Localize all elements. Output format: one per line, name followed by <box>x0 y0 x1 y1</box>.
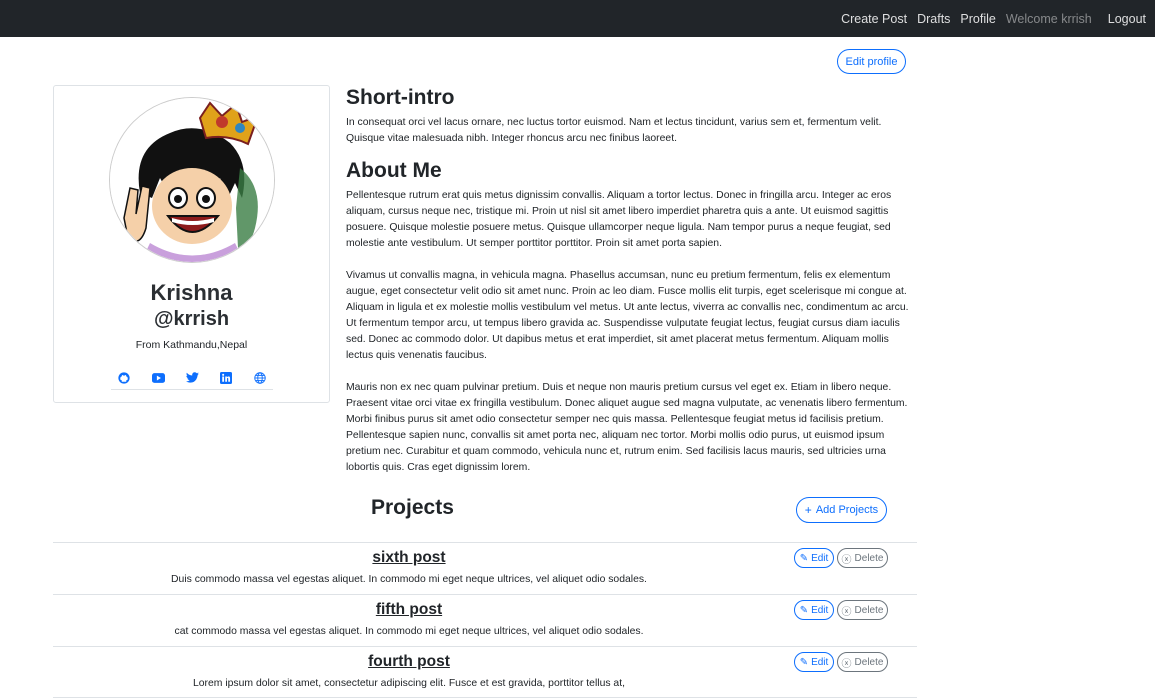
profile-card: Krishna @krrish From Kathmandu,Nepal <box>53 85 330 403</box>
nav-profile[interactable]: Profile <box>960 12 995 26</box>
edit-project-button[interactable]: ✎ Edit <box>794 600 834 620</box>
add-projects-label: Add Projects <box>815 504 879 516</box>
about-heading: About Me <box>346 159 442 182</box>
short-intro-heading: Short-intro <box>346 86 455 109</box>
edit-label: Edit <box>811 656 829 668</box>
profile-location: From Kathmandu,Nepal <box>135 339 248 351</box>
social-links <box>111 366 273 390</box>
nav-create-post[interactable]: Create Post <box>841 12 907 26</box>
edit-profile-label: Edit profile <box>845 55 898 68</box>
nav-logout[interactable]: Logout <box>1108 12 1146 26</box>
edit-label: Edit <box>811 604 829 616</box>
edit-profile-button[interactable]: Edit profile <box>837 49 906 74</box>
divider <box>53 646 917 647</box>
project-description: cat commodo massa vel egestas aliquet. I… <box>174 626 644 637</box>
delete-label: Delete <box>854 552 884 564</box>
close-circle-icon: ⓧ <box>841 658 852 670</box>
welcome-text: Welcome krrish <box>1005 11 1092 26</box>
delete-project-button[interactable]: ⓧ Delete <box>837 600 888 620</box>
github-icon[interactable] <box>117 371 131 385</box>
delete-project-button[interactable]: ⓧ Delete <box>837 548 888 568</box>
close-circle-icon: ⓧ <box>841 606 852 618</box>
project-title[interactable]: fifth post <box>53 601 765 619</box>
twitter-icon[interactable] <box>185 371 199 385</box>
globe-icon[interactable] <box>253 371 267 385</box>
project-title[interactable]: fourth post <box>53 653 765 671</box>
project-description: Duis commodo massa vel egestas aliquet. … <box>171 574 647 585</box>
divider <box>53 594 917 595</box>
about-paragraph: Pellentesque rutrum erat quis metus dign… <box>346 190 892 249</box>
plus-icon: + <box>804 503 812 517</box>
edit-label: Edit <box>811 552 829 564</box>
delete-project-button[interactable]: ⓧ Delete <box>837 652 888 672</box>
profile-name: Krishna <box>150 280 233 305</box>
divider <box>53 542 917 543</box>
avatar <box>109 97 275 263</box>
pencil-icon: ✎ <box>799 552 809 564</box>
nav-drafts[interactable]: Drafts <box>917 12 950 26</box>
pencil-icon: ✎ <box>799 604 809 616</box>
delete-label: Delete <box>854 656 884 668</box>
youtube-icon[interactable] <box>151 371 165 385</box>
delete-label: Delete <box>854 604 884 616</box>
add-projects-button[interactable]: + Add Projects <box>796 497 887 523</box>
about-paragraph: Mauris non ex nec quam pulvinar pretium.… <box>346 382 908 473</box>
close-circle-icon: ⓧ <box>841 554 852 566</box>
edit-project-button[interactable]: ✎ Edit <box>794 652 834 672</box>
navbar-menu: Create Post Drafts Profile Welcome krris… <box>831 0 1146 37</box>
short-intro-text: In consequat orci vel lacus ornare, nec … <box>346 117 882 144</box>
project-description: Lorem ipsum dolor sit amet, consectetur … <box>193 678 625 689</box>
projects-heading: Projects <box>371 496 454 519</box>
profile-handle: @krrish <box>153 308 230 330</box>
linkedin-icon[interactable] <box>219 371 233 385</box>
pencil-icon: ✎ <box>799 656 809 668</box>
navbar: Create Post Drafts Profile Welcome krris… <box>0 0 1155 37</box>
edit-project-button[interactable]: ✎ Edit <box>794 548 834 568</box>
project-title[interactable]: sixth post <box>53 549 765 567</box>
divider <box>53 697 917 698</box>
about-paragraph: Vivamus ut convallis magna, in vehicula … <box>346 270 909 361</box>
